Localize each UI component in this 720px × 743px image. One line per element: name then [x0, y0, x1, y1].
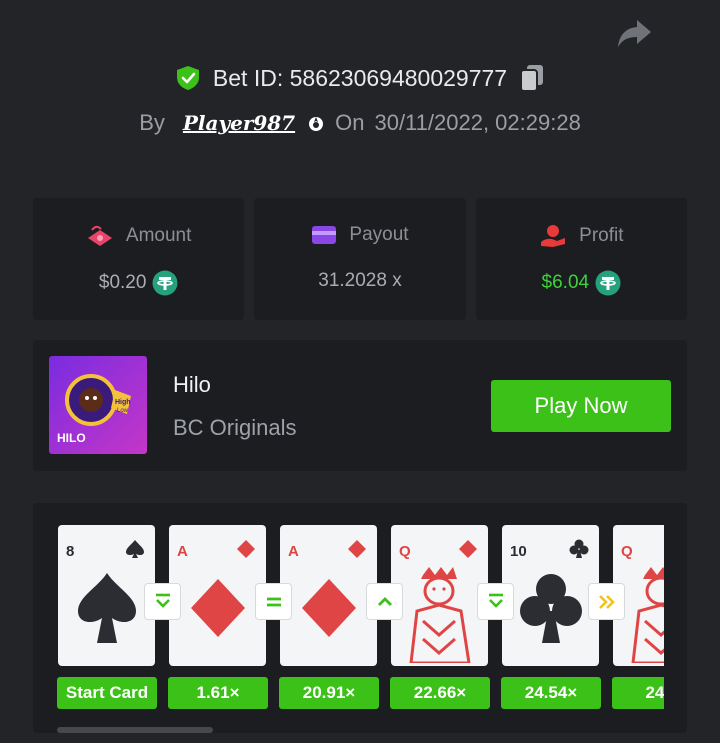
hand-coin-icon	[541, 225, 566, 247]
spade-icon	[78, 573, 136, 643]
card-rank: Q	[399, 543, 411, 560]
hilo-high-text: High	[115, 399, 131, 406]
card-rank: 10	[510, 543, 527, 560]
playing-card: 10	[502, 525, 599, 666]
multiplier-badge: 22.66×	[390, 677, 490, 709]
game-panel: High Low HILO Hilo BC Originals Play Now	[33, 340, 687, 471]
vip-badge-icon	[309, 117, 324, 131]
by-label: By	[139, 110, 165, 135]
verified-shield-icon	[176, 66, 199, 90]
hilo-low-text: Low	[117, 408, 129, 414]
diamond-icon	[191, 579, 245, 637]
higher-icon	[367, 584, 402, 619]
queen-figure-icon	[631, 567, 664, 663]
diamond-icon	[348, 540, 366, 558]
on-label: On	[335, 110, 365, 135]
queen-figure-icon	[409, 567, 471, 663]
hilo-logo-image: High Low HILO	[49, 356, 147, 454]
profit-card: Profit $6.04	[475, 198, 687, 320]
club-icon	[520, 574, 582, 643]
wallet-icon	[312, 226, 337, 244]
card-history-scroll[interactable]: 8 Start Card A 1.61× A 20.91× Q 22.66× 1…	[57, 525, 664, 715]
share-icon[interactable]	[616, 18, 652, 48]
copy-icon[interactable]	[519, 64, 545, 92]
bet-meta-row: By Player987 On 30/11/2022, 02:29:28	[0, 110, 720, 136]
playing-card: 8	[58, 525, 155, 666]
payout-value: 31.2028 x	[318, 270, 402, 291]
diamond-icon	[237, 540, 255, 558]
payout-card: Payout 31.2028 x	[254, 198, 466, 320]
payout-label: Payout	[349, 224, 409, 245]
playing-card: A	[280, 525, 377, 666]
horizontal-scrollbar[interactable]	[57, 727, 213, 733]
tether-icon	[152, 270, 178, 296]
multiplier-badge: 24.5	[612, 677, 664, 709]
bet-datetime: 30/11/2022, 02:29:28	[374, 110, 581, 135]
same-icon	[256, 584, 291, 619]
card-history-panel: 8 Start Card A 1.61× A 20.91× Q 22.66× 1…	[33, 503, 687, 733]
spade-icon	[126, 540, 144, 558]
playing-card: Q	[391, 525, 488, 666]
game-name: Hilo	[173, 372, 211, 397]
lower-or-same-icon	[478, 584, 513, 619]
game-thumbnail[interactable]: High Low HILO	[49, 356, 147, 454]
card-rank: A	[177, 543, 188, 560]
diamond-icon	[302, 579, 356, 637]
multiplier-badge: 1.61×	[168, 677, 268, 709]
amount-value: $0.20	[98, 272, 147, 293]
hilo-logo-text: HILO	[57, 431, 86, 445]
card-rank: 8	[66, 543, 75, 560]
multiplier-badge: 24.54×	[501, 677, 601, 709]
lower-or-same-icon	[145, 584, 180, 619]
game-provider: BC Originals	[173, 415, 297, 440]
profit-label: Profit	[579, 225, 624, 246]
diamond-icon	[459, 540, 477, 558]
play-now-button[interactable]: Play Now	[491, 380, 671, 432]
money-wave-icon	[87, 225, 112, 246]
bet-id-row: Bet ID: 58623069480029777	[0, 64, 720, 92]
card-rank: A	[288, 543, 299, 560]
playing-card: A	[169, 525, 266, 666]
multiplier-badge: 20.91×	[279, 677, 379, 709]
username-link[interactable]: Player987	[183, 111, 295, 135]
tether-icon	[595, 270, 621, 296]
card-rank: Q	[621, 543, 633, 560]
club-icon	[569, 539, 589, 558]
profit-value: $6.04	[541, 272, 590, 293]
bet-id: Bet ID: 58623069480029777	[212, 64, 508, 91]
skip-icon	[589, 584, 624, 619]
amount-card: Amount $0.20	[33, 198, 245, 320]
bet-stats: Amount $0.20 Payout 31.2028 x Profit $6.…	[33, 198, 687, 320]
amount-label: Amount	[125, 225, 192, 246]
multiplier-badge: Start Card	[57, 677, 157, 709]
